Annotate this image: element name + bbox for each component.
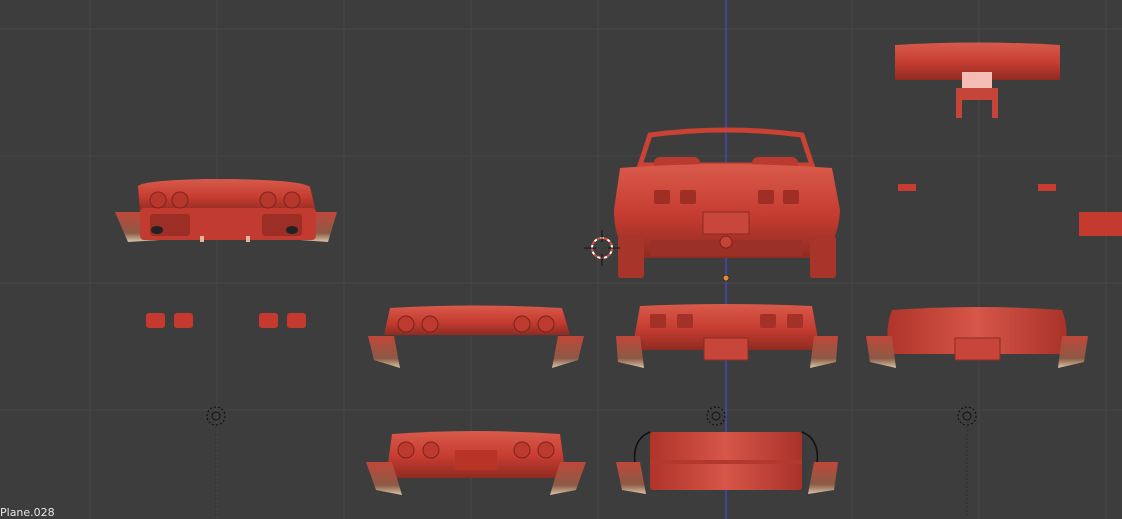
origin-point-icon: [722, 274, 730, 282]
taillight-lens-set[interactable]: [146, 313, 306, 328]
car-rear-full[interactable]: [614, 127, 840, 278]
spoiler-wing[interactable]: [895, 42, 1060, 119]
small-lens-pieces[interactable]: [898, 184, 1122, 236]
rear-panel-with-plate[interactable]: [616, 304, 838, 368]
rear-panel-lower[interactable]: [366, 431, 586, 495]
empty-object-icon[interactable]: [206, 406, 226, 519]
3d-cursor-icon[interactable]: [584, 230, 620, 266]
3d-viewport[interactable]: Plane.028: [0, 0, 1122, 519]
rear-bumper-wrap[interactable]: [616, 431, 838, 494]
rear-bumper-assembly-angled[interactable]: [115, 179, 337, 242]
rear-panel-smooth[interactable]: [866, 307, 1088, 368]
rear-panel-with-lights[interactable]: [368, 305, 584, 369]
viewport-canvas[interactable]: [0, 0, 1122, 519]
empty-object-icon[interactable]: [957, 406, 977, 519]
active-object-label: Plane.028: [0, 506, 55, 519]
